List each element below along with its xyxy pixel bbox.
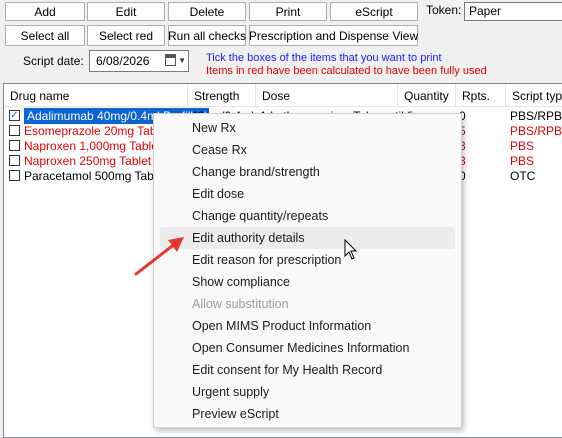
menu-item-urgent-supply[interactable]: Urgent supply [160,381,455,403]
grid-header: Drug name Strength Dose Quantity Rpts. S… [4,84,562,107]
red-arrow-icon [134,237,184,276]
drug-name-cell: Naproxen 1,000mg Tablet, [24,139,165,153]
select-all-button[interactable]: Select all [5,25,85,46]
script-date-picker[interactable]: 6/08/2026 ▼ [89,50,189,72]
menu-item-show-compliance[interactable]: Show compliance [160,271,455,293]
script-type-cell: PBS [510,139,535,153]
menu-item-edit-reason-for-prescription[interactable]: Edit reason for prescription [160,249,455,271]
row-checkbox[interactable] [9,170,20,181]
print-hint: Tick the boxes of the items that you wan… [206,52,442,64]
row-checkbox[interactable] [9,155,20,166]
menu-item-edit-dose[interactable]: Edit dose [160,183,455,205]
column-dose[interactable]: Dose [256,84,398,106]
menu-item-edit-authority-details[interactable]: Edit authority details [160,227,455,249]
prescription-dispense-view-button[interactable]: Prescription and Dispense View [249,25,418,46]
mouse-cursor-icon [344,239,358,260]
row-checkbox[interactable] [9,125,20,136]
add-button[interactable]: Add [5,2,85,21]
drug-name-cell: Paracetamol 500mg Tablet [24,169,167,183]
print-button[interactable]: Print [249,2,327,21]
menu-item-preview-escript[interactable]: Preview eScript [160,403,455,425]
script-date-value: 6/08/2026 [96,54,150,68]
row-checkbox[interactable]: ✓ [9,110,20,121]
run-all-checks-button[interactable]: Run all checks [168,25,246,46]
column-repeats[interactable]: Rpts. [456,84,506,106]
escript-button[interactable]: eScript [330,2,418,21]
menu-item-edit-consent-for-my-health-record[interactable]: Edit consent for My Health Record [160,359,455,381]
column-quantity[interactable]: Quantity [398,84,456,106]
context-menu: New Rx Cease Rx Change brand/strength Edit … [153,113,462,428]
script-type-cell: OTC [510,169,536,183]
chevron-down-icon[interactable]: ▼ [178,56,186,65]
column-drug-name[interactable]: Drug name [4,84,188,106]
menu-item-new-rx[interactable]: New Rx [160,117,455,139]
calendar-icon[interactable] [165,54,176,66]
menu-item-open-consumer-medicines-information[interactable]: Open Consumer Medicines Information [160,337,455,359]
token-label: Token: [426,3,462,17]
script-date-label: Script date: [23,54,84,68]
column-strength[interactable]: Strength [188,84,256,106]
menu-item-open-mims-product-information[interactable]: Open MIMS Product Information [160,315,455,337]
menu-item-cease-rx[interactable]: Cease Rx [160,139,455,161]
script-type-cell: PBS/RPBS [510,124,562,138]
menu-item-change-quantity-repeats[interactable]: Change quantity/repeats [160,205,455,227]
menu-item-allow-substitution: Allow substitution [192,297,289,311]
script-type-cell: PBS/RPBS [510,109,562,123]
drug-name-cell: Esomeprazole 20mg Tablet [24,124,170,138]
script-type-cell: PBS [510,154,535,168]
column-script-type[interactable]: Script type [506,84,562,106]
edit-button[interactable]: Edit [87,2,165,21]
fully-used-hint: Items in red have been calculated to hav… [206,65,487,77]
drug-name-cell: Naproxen 250mg Tablet [24,154,152,168]
menu-item-change-brand-strength[interactable]: Change brand/strength [160,161,455,183]
delete-button[interactable]: Delete [168,2,246,21]
select-red-button[interactable]: Select red [87,25,165,46]
token-field[interactable]: Paper [464,2,562,21]
row-checkbox[interactable] [9,140,20,151]
